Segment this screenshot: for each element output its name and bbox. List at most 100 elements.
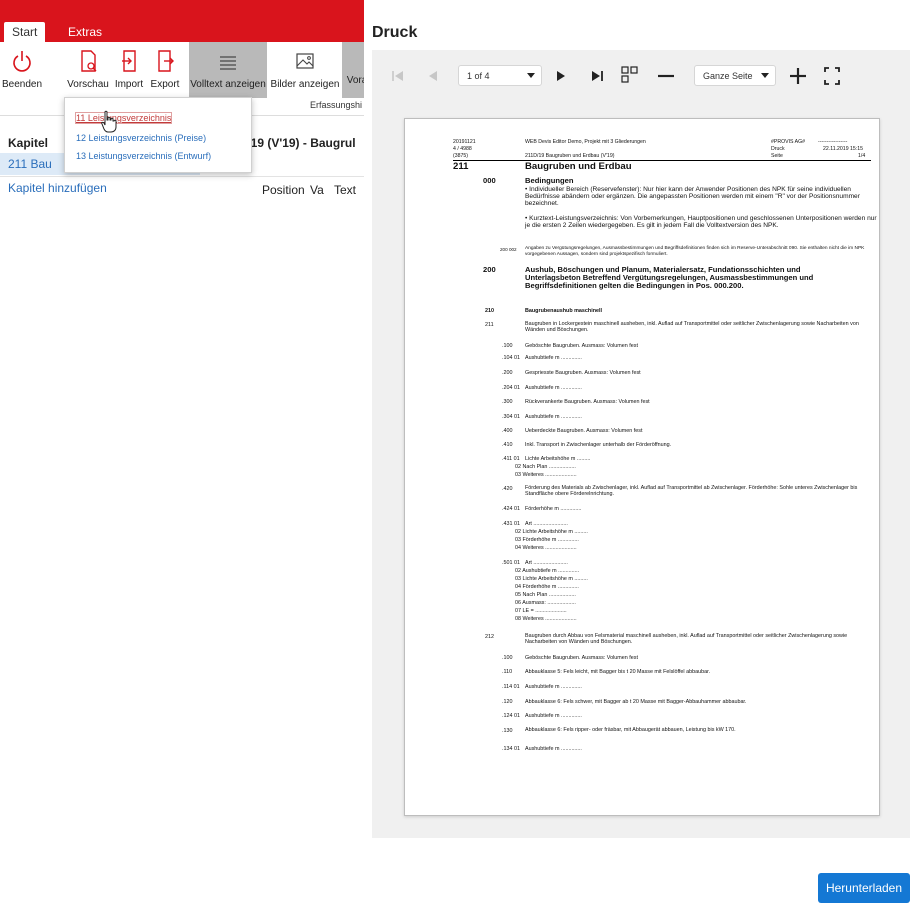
position-text: Aushubtiefe m ..............	[525, 385, 582, 391]
export-button[interactable]: Export	[149, 47, 181, 99]
position-text: 06 Ausmass: ...................	[515, 600, 576, 606]
position-number: .304 01	[502, 414, 520, 420]
header-rule	[453, 160, 871, 161]
position-text: 05 Nach Plan ..................	[515, 592, 576, 598]
position-text: 02 Aushubtiefe m ..............	[515, 568, 580, 574]
position-number: .130	[502, 728, 513, 734]
position-number: .400	[502, 428, 513, 434]
first-page-icon[interactable]	[390, 64, 406, 88]
zoom-in-icon[interactable]	[788, 64, 808, 88]
position-text: 04 Förderhöhe m ..............	[515, 584, 579, 590]
position-text: Rückverankerte Baugruben. Ausmass: Volum…	[525, 399, 650, 405]
chapter-title: Baugruben und Erdbau	[525, 161, 632, 172]
header-count: 4 / 4988	[453, 146, 472, 152]
position-text: 03 Lichte Arbeitshöhe m .........	[515, 576, 588, 582]
position-number: 212	[485, 634, 494, 640]
position-number: .110	[502, 669, 513, 675]
vora-label: Vora	[346, 75, 364, 86]
position-number: .134 01	[502, 746, 520, 752]
previous-page-icon[interactable]	[426, 64, 440, 88]
bilder-label: Bilder anzeigen	[270, 79, 340, 90]
chevron-down-icon	[761, 73, 769, 78]
vora-icon	[342, 47, 364, 73]
header-project: WEB Devis Editor Demo, Projekt mit 3 Gli…	[525, 139, 646, 145]
menu-item-leistungsverzeichnis-preise[interactable]: 12 Leistungsverzeichnis (Preise)	[76, 133, 206, 143]
position-number: .124 01	[502, 713, 520, 719]
position-text: Abbauklasse 5: Fels leicht, mit Bagger b…	[525, 669, 711, 675]
header-druck: Druck	[771, 146, 785, 152]
column-header-va[interactable]: Va	[310, 183, 324, 197]
header-id: (3875)	[453, 153, 468, 159]
position-text: Förderung des Materials ab Zwischenlager…	[525, 485, 858, 498]
multi-page-icon[interactable]	[620, 64, 640, 88]
column-header-text[interactable]: Text	[334, 183, 356, 197]
vorschau-button[interactable]: Vorschau	[65, 47, 111, 99]
position-text: Inkl. Transport in Zwischenlager unterha…	[525, 442, 672, 448]
last-page-icon[interactable]	[589, 64, 605, 88]
position-text: 08 Weiteres .....................	[515, 616, 577, 622]
position-text: Aushubtiefe m ..............	[525, 746, 582, 752]
zoom-out-icon[interactable]	[656, 64, 676, 88]
position-number: .200	[502, 370, 513, 376]
position-number: .204 01	[502, 385, 520, 391]
druck-pane: Druck 1 of 4 Ganze Seite 20191121 4 / 49…	[364, 0, 918, 909]
import-button[interactable]: Import	[113, 47, 145, 99]
position-number: .100	[502, 343, 513, 349]
next-page-icon[interactable]	[554, 64, 568, 88]
header-timestamp: 22.11.2019 15:15	[823, 146, 863, 152]
position-text: Förderhöhe m ..............	[525, 506, 582, 512]
add-kapitel-link[interactable]: Kapitel hinzufügen	[8, 181, 107, 195]
section-number: 000	[483, 176, 496, 185]
volltext-anzeigen-button[interactable]: Volltext anzeigen	[189, 42, 267, 98]
position-number: .410	[502, 442, 513, 448]
header-page: 1/4	[858, 153, 866, 159]
position-number: .411 01	[502, 456, 520, 462]
vorschau-label: Vorschau	[67, 79, 109, 90]
position-text: Baugrubenaushub maschinell	[525, 308, 602, 314]
position-text: 02 Lichte Arbeitshöhe m .........	[515, 529, 588, 535]
lines-icon	[220, 56, 236, 70]
section-title: Aushub, Böschungen und Planum, Materiale…	[525, 265, 814, 290]
header-company: #PROVIS AG#	[771, 139, 806, 145]
zoom-value: Ganze Seite	[703, 71, 753, 81]
tab-start[interactable]: Start	[4, 22, 46, 42]
position-text: Aushubtiefe m ..............	[525, 684, 582, 690]
column-header-position[interactable]: Position	[262, 183, 305, 197]
menu-item-leistungsverzeichnis[interactable]: 11 Leistungsverzeichnis	[74, 112, 173, 124]
position-text: Art .......................	[525, 560, 568, 566]
hand-cursor-icon	[101, 110, 117, 133]
image-icon	[296, 53, 314, 69]
position-text: Abbauklasse 6: Fels schwer, mit Bagger a…	[525, 699, 747, 705]
header-seite: Seite	[771, 153, 783, 159]
position-text: Baugruben durch Abbau von Felsmaterial m…	[525, 633, 848, 646]
position-text: Art .......................	[525, 521, 568, 527]
beenden-button[interactable]: Beenden	[2, 47, 42, 99]
chapter-number: 211	[453, 161, 469, 172]
position-text: Gespriesste Baugruben. Ausmass: Volumen …	[525, 370, 641, 376]
position-text: 04 Weiteres .....................	[515, 545, 577, 551]
position-number: .104 01	[502, 355, 520, 361]
import-label: Import	[114, 79, 144, 90]
download-button[interactable]: Herunterladen	[818, 873, 910, 903]
position-text: Baugruben in Lockergestein maschinell au…	[525, 321, 859, 334]
zoom-select[interactable]: Ganze Seite	[694, 65, 776, 86]
section-title: Bedingungen	[525, 176, 574, 185]
editor-pane: Start Extras Beenden Vorschau Import Exp…	[0, 0, 364, 909]
bilder-anzeigen-button[interactable]: Bilder anzeigen	[270, 47, 340, 99]
divider	[0, 176, 364, 177]
vora-button[interactable]: Vora	[342, 42, 364, 98]
fullscreen-icon[interactable]	[822, 64, 842, 88]
vorschau-dropdown-menu: 11 Leistungsverzeichnis 12 Leistungsverz…	[64, 97, 252, 173]
kapitel-header: Kapitel	[8, 136, 49, 150]
menu-item-leistungsverzeichnis-entwurf[interactable]: 13 Leistungsverzeichnis (Entwurf)	[76, 151, 211, 161]
page-select[interactable]: 1 of 4	[458, 65, 542, 86]
ribbon-group-label: Erfassungshi	[310, 100, 363, 110]
position-number: .420	[502, 486, 513, 492]
position-text: 03 Förderhöhe m ..............	[515, 537, 579, 543]
import-icon	[122, 50, 136, 72]
tab-extras[interactable]: Extras	[60, 22, 110, 42]
position-text: Aushubtiefe m ..............	[525, 414, 582, 420]
position-number: 210	[485, 308, 494, 314]
position-number: .300	[502, 399, 513, 405]
header-dashes: -----------------	[818, 139, 848, 145]
